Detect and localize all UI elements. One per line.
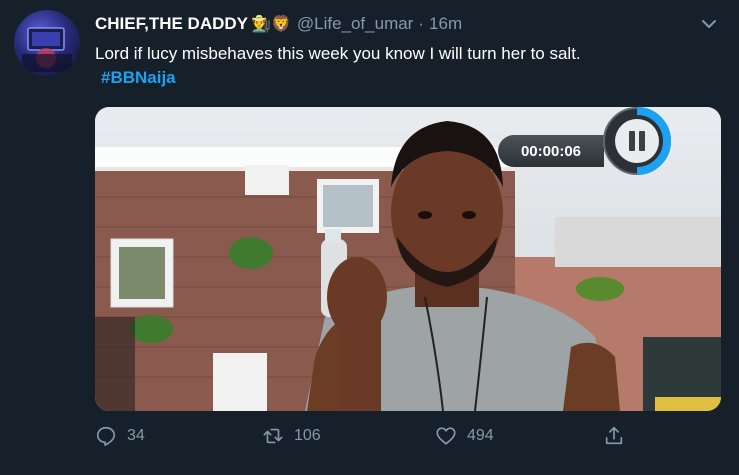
- tweet[interactable]: CHIEF,THE DADDY 👨‍🌾🦁 @Life_of_umar · 16m…: [0, 0, 739, 475]
- share-action[interactable]: [603, 425, 635, 447]
- avatar[interactable]: [14, 10, 80, 76]
- chevron-down-icon[interactable]: [699, 14, 719, 34]
- author-emojis: 👨‍🌾🦁: [251, 16, 291, 33]
- like-action[interactable]: 494: [435, 425, 494, 447]
- reply-icon: [96, 426, 116, 446]
- pause-icon[interactable]: [598, 107, 676, 179]
- share-icon: [605, 426, 623, 445]
- tweet-actions: 34 106 494: [95, 425, 735, 455]
- reply-action[interactable]: 34: [95, 425, 145, 447]
- retweet-count: 106: [294, 427, 321, 444]
- author-name[interactable]: CHIEF,THE DADDY: [95, 14, 248, 34]
- separator-dot: ·: [418, 14, 425, 33]
- reply-count: 34: [127, 427, 145, 444]
- tweet-timestamp[interactable]: 16m: [429, 14, 462, 34]
- retweet-icon: [263, 428, 283, 444]
- tweet-text: Lord if lucy misbehaves this week you kn…: [95, 42, 719, 90]
- hashtag-link[interactable]: #BBNaija: [101, 66, 176, 90]
- like-icon: [436, 427, 456, 445]
- like-count: 494: [467, 427, 494, 444]
- retweet-action[interactable]: 106: [262, 425, 321, 447]
- tweet-header: CHIEF,THE DADDY 👨‍🌾🦁 @Life_of_umar · 16m: [95, 12, 719, 36]
- tweet-body: Lord if lucy misbehaves this week you kn…: [95, 44, 581, 63]
- video-timer: 00:00:06: [498, 135, 604, 167]
- author-handle[interactable]: @Life_of_umar: [297, 14, 414, 34]
